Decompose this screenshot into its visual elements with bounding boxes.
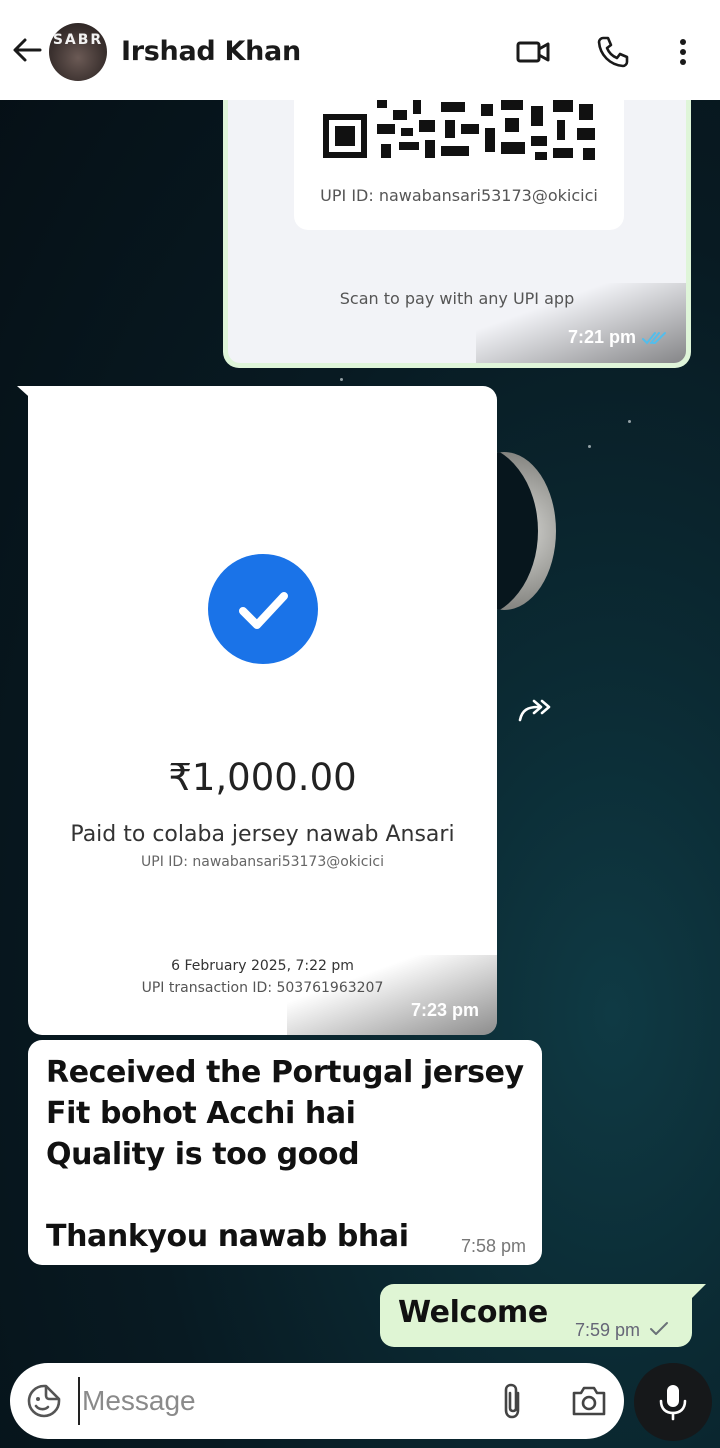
avatar-text: SABR (52, 32, 104, 48)
incoming-image-message[interactable]: ₹1,000.00 Paid to colaba jersey nawab An… (28, 386, 497, 1035)
payment-amount: ₹1,000.00 (168, 756, 357, 799)
phone-icon[interactable] (595, 34, 631, 70)
message-time: 7:21 pm (567, 327, 636, 347)
qr-code-image (323, 100, 595, 160)
camera-icon[interactable] (570, 1383, 608, 1419)
chat-header: SABR Irshad Khan (0, 0, 720, 100)
qr-upi-id: UPI ID: nawabansari53173@okicici (320, 186, 598, 205)
voice-message-button[interactable] (634, 1363, 712, 1441)
qr-payment-image[interactable]: UPI ID: nawabansari53173@okicici Scan to… (228, 88, 686, 363)
bubble-tail (690, 1284, 706, 1300)
message-time: 7:59 pm (574, 1320, 640, 1340)
payment-recipient: Paid to colaba jersey nawab Ansari (70, 822, 455, 847)
message-input[interactable] (78, 1377, 478, 1425)
contact-name[interactable]: Irshad Khan (121, 36, 301, 67)
microphone-icon (659, 1385, 687, 1421)
message-text: Welcome (398, 1295, 548, 1330)
attachment-clip-icon[interactable] (496, 1381, 530, 1421)
star-decoration (588, 445, 591, 448)
back-arrow-icon[interactable] (10, 33, 44, 67)
message-composer (10, 1363, 624, 1439)
image-timestamp-shade (287, 955, 497, 1035)
payment-upi-id: UPI ID: nawabansari53173@okicici (141, 854, 384, 870)
star-decoration (628, 420, 631, 423)
outgoing-text-message[interactable]: Welcome 7:59 pm (380, 1284, 692, 1347)
double-tick-read-icon (642, 332, 666, 345)
payment-success-check-icon (208, 554, 318, 664)
star-decoration (340, 378, 343, 381)
single-tick-sent-icon (650, 1322, 668, 1335)
outgoing-image-message[interactable]: UPI ID: nawabansari53173@okicici Scan to… (223, 88, 691, 368)
forward-icon[interactable] (516, 694, 556, 726)
incoming-text-message[interactable]: Received the Portugal jersey Fit bohot A… (28, 1040, 542, 1265)
image-timestamp-shade (476, 283, 686, 363)
message-text: Received the Portugal jersey Fit bohot A… (46, 1055, 524, 1254)
message-time: 7:23 pm (410, 1000, 479, 1020)
avatar[interactable]: SABR (49, 23, 107, 81)
message-time: 7:58 pm (460, 1236, 526, 1256)
video-call-icon[interactable] (515, 34, 551, 70)
sticker-emoji-icon[interactable] (26, 1383, 62, 1419)
qr-card: UPI ID: nawabansari53173@okicici (294, 88, 624, 230)
more-vert-icon[interactable] (665, 34, 701, 70)
